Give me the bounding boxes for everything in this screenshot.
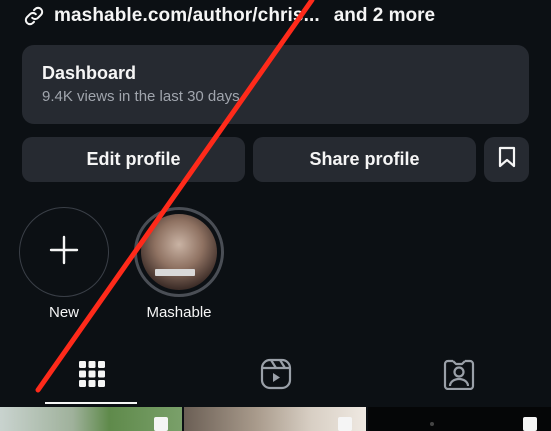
profile-link-row[interactable]: mashable.com/author/chris... and 2 more <box>22 2 435 30</box>
highlight-mashable[interactable]: Mashable <box>134 207 224 321</box>
active-tab-indicator <box>45 402 137 404</box>
share-profile-button[interactable]: Share profile <box>253 137 476 182</box>
highlight-ring[interactable] <box>134 207 224 297</box>
reel-badge-icon <box>338 417 352 431</box>
save-button[interactable] <box>484 137 529 182</box>
thumbnail-dot <box>430 422 434 426</box>
edit-profile-button[interactable]: Edit profile <box>22 137 245 182</box>
tab-reels[interactable] <box>216 350 336 402</box>
tab-posts-grid[interactable] <box>32 350 152 402</box>
dashboard-title: Dashboard <box>42 63 137 83</box>
highlight-cover-photo <box>141 214 217 290</box>
highlight-label: New <box>48 304 79 321</box>
link-icon <box>22 4 46 28</box>
post-thumbnail[interactable] <box>0 407 182 431</box>
post-thumbnail[interactable] <box>368 407 551 431</box>
profile-tabs <box>0 350 551 404</box>
reel-badge-icon <box>154 417 168 431</box>
post-thumbnail[interactable] <box>184 407 366 431</box>
profile-link-more[interactable]: and 2 more <box>334 5 435 27</box>
tab-tagged[interactable] <box>399 350 519 402</box>
profile-link-url[interactable]: mashable.com/author/chris... <box>54 5 320 27</box>
tagged-person-icon <box>443 358 475 395</box>
post-grid <box>0 407 551 431</box>
dashboard-subtitle: 9.4K views in the last 30 days. <box>42 88 244 105</box>
reels-icon <box>260 358 292 395</box>
reel-badge-icon <box>523 417 537 431</box>
plus-icon <box>49 235 79 270</box>
new-highlight-circle[interactable] <box>19 207 109 297</box>
bookmark-icon <box>498 146 516 173</box>
highlight-new[interactable]: New <box>19 207 109 321</box>
photo-caption-strip <box>155 269 195 276</box>
dashboard-card[interactable]: Dashboard 9.4K views in the last 30 days… <box>22 45 529 124</box>
highlight-label: Mashable <box>146 304 212 321</box>
grid-icon <box>79 360 105 392</box>
